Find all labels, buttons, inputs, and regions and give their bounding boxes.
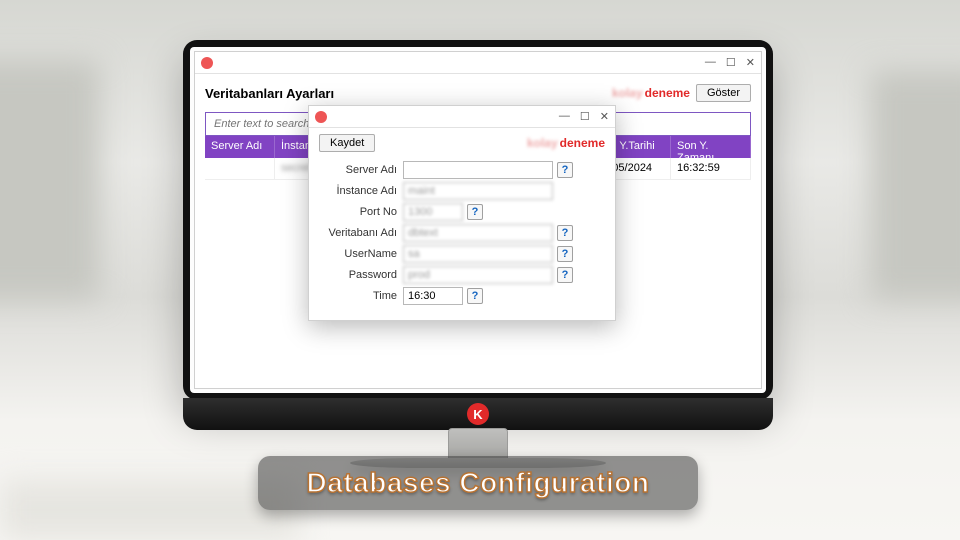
save-button[interactable]: Kaydet bbox=[319, 134, 375, 152]
help-icon[interactable]: ? bbox=[557, 162, 573, 178]
close-icon[interactable]: ✕ bbox=[600, 110, 609, 123]
label-port: Port No bbox=[319, 206, 403, 218]
back-window-titlebar: — ☐ ✕ bbox=[195, 52, 761, 74]
edit-dialog: — ☐ ✕ Kaydet kolaydeneme Server Adı ? bbox=[308, 105, 616, 321]
close-icon[interactable]: ✕ bbox=[746, 56, 755, 69]
time-input[interactable] bbox=[403, 287, 463, 305]
label-instance: İnstance Adı bbox=[319, 185, 403, 197]
instance-input[interactable] bbox=[403, 182, 553, 200]
page-title: Veritabanları Ayarları bbox=[205, 86, 334, 101]
help-icon[interactable]: ? bbox=[557, 225, 573, 241]
dialog-titlebar: — ☐ ✕ bbox=[309, 106, 615, 128]
caption-banner: Databases Configuration bbox=[258, 456, 698, 510]
app-icon bbox=[201, 57, 213, 69]
user-input[interactable] bbox=[403, 245, 553, 263]
minimize-icon[interactable]: — bbox=[559, 110, 570, 123]
help-icon[interactable]: ? bbox=[467, 204, 483, 220]
show-button[interactable]: Göster bbox=[696, 84, 751, 102]
monitor-logo: K bbox=[467, 403, 489, 425]
monitor-chin: K bbox=[183, 398, 773, 430]
label-time: Time bbox=[319, 290, 403, 302]
label-user: UserName bbox=[319, 248, 403, 260]
minimize-icon[interactable]: — bbox=[705, 56, 716, 69]
col-server[interactable]: Server Adı bbox=[205, 136, 275, 158]
db-input[interactable] bbox=[403, 224, 553, 242]
label-password: Password bbox=[319, 269, 403, 281]
brand-label: kolaydeneme bbox=[612, 86, 690, 100]
maximize-icon[interactable]: ☐ bbox=[726, 56, 736, 69]
label-server: Server Adı bbox=[319, 164, 403, 176]
caption-text: Databases Configuration bbox=[307, 467, 650, 499]
server-input[interactable] bbox=[403, 161, 553, 179]
port-input[interactable] bbox=[403, 203, 463, 221]
label-db: Veritabanı Adı bbox=[319, 227, 403, 239]
brand-label: kolaydeneme bbox=[527, 136, 605, 150]
monitor-frame: — ☐ ✕ Veritabanları Ayarları kolaydeneme… bbox=[183, 40, 773, 400]
password-input[interactable] bbox=[403, 266, 553, 284]
col-time[interactable]: Son Y. Zamanı bbox=[671, 136, 751, 158]
help-icon[interactable]: ? bbox=[557, 267, 573, 283]
help-icon[interactable]: ? bbox=[557, 246, 573, 262]
screen: — ☐ ✕ Veritabanları Ayarları kolaydeneme… bbox=[190, 47, 766, 393]
maximize-icon[interactable]: ☐ bbox=[580, 110, 590, 123]
app-icon bbox=[315, 111, 327, 123]
help-icon[interactable]: ? bbox=[467, 288, 483, 304]
